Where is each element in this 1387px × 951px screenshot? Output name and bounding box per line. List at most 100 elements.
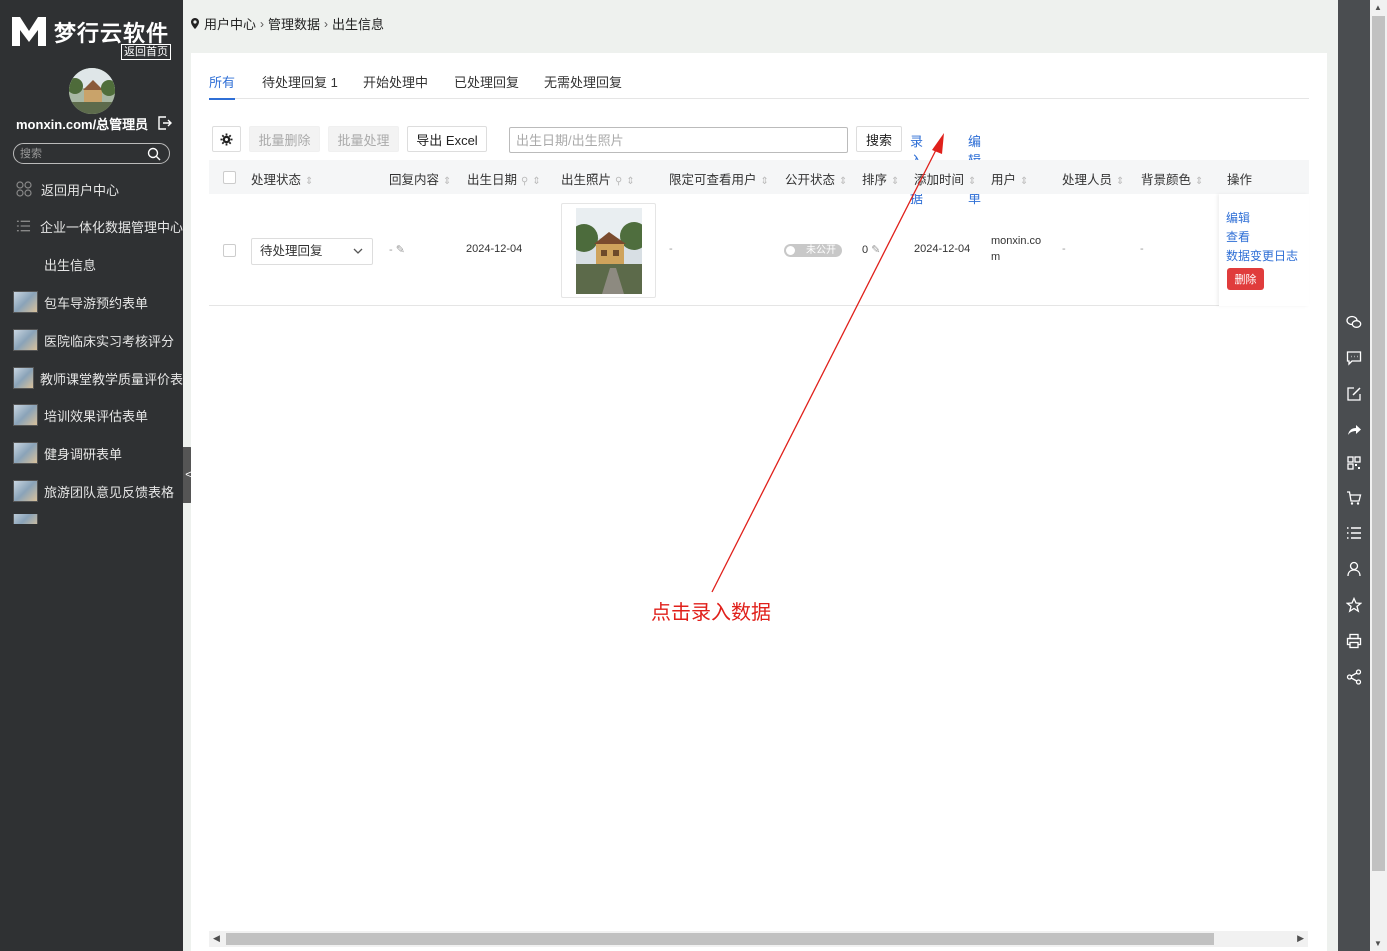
sidebar-item-birth-info[interactable]: 出生信息 <box>0 249 183 279</box>
form-thumbnail <box>13 367 34 389</box>
edit-icon: ✎ <box>871 244 881 256</box>
tab-processed[interactable]: 已处理回复 <box>454 72 519 91</box>
search-input[interactable] <box>510 128 847 152</box>
sidebar-item-label: 教师课堂教学质量评价表 <box>39 371 183 387</box>
search-button[interactable]: 搜索 <box>856 126 902 152</box>
share-icon[interactable] <box>1346 669 1362 685</box>
column-header[interactable]: 公开状态 ⇕ <box>785 169 847 188</box>
edit-link[interactable]: 编辑 <box>1226 209 1250 226</box>
column-header[interactable]: 添加时间 ⇕ <box>914 169 976 188</box>
birth-photo[interactable] <box>561 203 656 298</box>
scrollbar-thumb[interactable] <box>226 933 1214 945</box>
select-all-checkbox[interactable] <box>223 171 236 184</box>
list-icon[interactable] <box>1346 525 1362 541</box>
tab-all[interactable]: 所有 <box>209 72 236 100</box>
tab-no-need[interactable]: 无需处理回复 <box>544 72 622 91</box>
qrcode-icon[interactable] <box>1346 455 1362 471</box>
sort-icon: ⇕ <box>760 176 769 187</box>
right-toolbar <box>1338 0 1370 951</box>
sidebar-item-form[interactable]: 健身调研表单 <box>0 438 183 468</box>
list-icon <box>16 220 31 232</box>
chevron-down-icon <box>353 248 363 254</box>
star-icon[interactable] <box>1346 597 1362 613</box>
public-toggle[interactable]: 未公开 <box>784 244 842 257</box>
sidebar-item-form[interactable]: 旅游团队意见反馈表格 <box>0 476 183 506</box>
filter-search-icon: ⚲ <box>615 176 623 187</box>
print-icon[interactable] <box>1346 633 1362 649</box>
status-select-value: 待处理回复 <box>260 244 323 258</box>
vertical-scrollbar[interactable]: ▲ ▼ <box>1370 0 1387 951</box>
bg-color-cell: - <box>1140 243 1144 255</box>
tab-processing[interactable]: 开始处理中 <box>363 72 428 91</box>
breadcrumb-user-center[interactable]: 用户中心 <box>204 14 256 33</box>
column-header[interactable]: 处理人员 ⇕ <box>1062 169 1124 188</box>
scrollbar-thumb[interactable] <box>1372 16 1385 871</box>
birth-photo-image <box>576 208 642 294</box>
scroll-left-arrow-icon[interactable]: ◀ <box>213 933 220 944</box>
sidebar-item-form[interactable]: 医院临床实习考核评分 <box>0 325 183 355</box>
logout-icon[interactable] <box>158 116 172 130</box>
comment-icon[interactable] <box>1346 350 1362 366</box>
sidebar-item-form[interactable]: 包车导游预约表单 <box>0 287 183 317</box>
scroll-up-arrow-icon[interactable]: ▲ <box>1374 3 1382 12</box>
view-link[interactable]: 查看 <box>1226 228 1250 245</box>
sidebar-item-form[interactable] <box>0 514 183 524</box>
sidebar-item-label: 返回用户中心 <box>41 182 120 198</box>
table-header: 处理状态 ⇕ 回复内容 ⇕ 出生日期 ⚲ ⇕ 出生照片 ⚲ ⇕ 限定可查看用户 ⇕ 公开状态 ⇕… <box>209 160 1309 194</box>
search-icon[interactable] <box>147 147 161 161</box>
home-link[interactable]: 返回首页 <box>121 44 171 60</box>
batch-process-button[interactable]: 批量处理 <box>328 126 399 152</box>
sort-icon: ⇕ <box>839 176 848 187</box>
column-header[interactable]: 处理状态 ⇕ <box>251 169 313 188</box>
sidebar-item-label: 健身调研表单 <box>44 446 123 462</box>
brand-logo[interactable]: 梦行云软件 返回首页 <box>10 14 175 60</box>
sort-icon: ⇕ <box>443 176 452 187</box>
share-forward-icon[interactable] <box>1346 422 1362 438</box>
sidebar-item-data-center[interactable]: 企业一体化数据管理中心 <box>0 211 183 241</box>
sidebar-item-label: 企业一体化数据管理中心 <box>39 219 183 235</box>
horizontal-scrollbar[interactable]: ◀ ▶ <box>209 931 1308 947</box>
sidebar: 梦行云软件 返回首页 monxin.com/总管理员 返回用户中心 <box>0 0 183 951</box>
tab-pending[interactable]: 待处理回复 1 <box>262 72 338 91</box>
scroll-down-arrow-icon[interactable]: ▼ <box>1374 939 1382 948</box>
sort-icon: ⇕ <box>891 176 900 187</box>
column-header[interactable]: 限定可查看用户 ⇕ <box>669 169 769 188</box>
form-thumbnail <box>13 480 38 502</box>
column-header[interactable]: 出生照片 ⚲ ⇕ <box>561 169 635 188</box>
batch-delete-button[interactable]: 批量删除 <box>249 126 320 152</box>
handler-cell: - <box>1062 243 1066 255</box>
sort-icon: ⇕ <box>1020 176 1029 187</box>
wechat-icon[interactable] <box>1346 314 1362 330</box>
sidebar-item-user-center[interactable]: 返回用户中心 <box>0 174 183 204</box>
sort-cell[interactable]: 0 ✎ <box>862 243 880 256</box>
column-header[interactable]: 出生日期 ⚲ ⇕ <box>467 169 541 188</box>
export-excel-button[interactable]: 导出 Excel <box>407 126 487 152</box>
sidebar-search-input[interactable] <box>14 144 134 163</box>
change-log-link[interactable]: 数据变更日志 <box>1226 247 1298 264</box>
column-header[interactable]: 排序 ⇕ <box>862 169 899 188</box>
breadcrumb-manage-data[interactable]: 管理数据 <box>268 14 320 33</box>
row-checkbox[interactable] <box>223 244 236 257</box>
column-header[interactable]: 用户 ⇕ <box>991 169 1028 188</box>
delete-button[interactable]: 删除 <box>1227 268 1264 290</box>
sort-icon: ⇕ <box>305 176 314 187</box>
settings-button[interactable] <box>212 126 241 152</box>
sidebar-item-form[interactable]: 教师课堂教学质量评价表 <box>0 363 183 393</box>
annotation-text: 点击录入数据 <box>651 600 771 624</box>
table-row: 待处理回复 - ✎ 2024-12-04 - 未公开 0 ✎ 2024-12-0… <box>209 194 1309 306</box>
avatar[interactable] <box>69 68 115 114</box>
edit-icon[interactable] <box>1346 386 1362 402</box>
column-header[interactable]: 回复内容 ⇕ <box>389 169 451 188</box>
search-field <box>509 127 848 153</box>
form-thumbnail <box>13 404 38 426</box>
sidebar-item-form[interactable]: 培训效果评估表单 <box>0 400 183 430</box>
form-thumbnail <box>13 514 38 524</box>
form-thumbnail <box>13 329 38 351</box>
user-icon[interactable] <box>1346 561 1362 577</box>
column-header[interactable]: 背景颜色 ⇕ <box>1141 169 1203 188</box>
reply-cell[interactable]: - ✎ <box>389 243 405 256</box>
cart-icon[interactable] <box>1346 490 1362 506</box>
sort-icon: ⇕ <box>1116 176 1125 187</box>
status-select[interactable]: 待处理回复 <box>251 238 373 265</box>
scroll-right-arrow-icon[interactable]: ▶ <box>1297 933 1304 944</box>
